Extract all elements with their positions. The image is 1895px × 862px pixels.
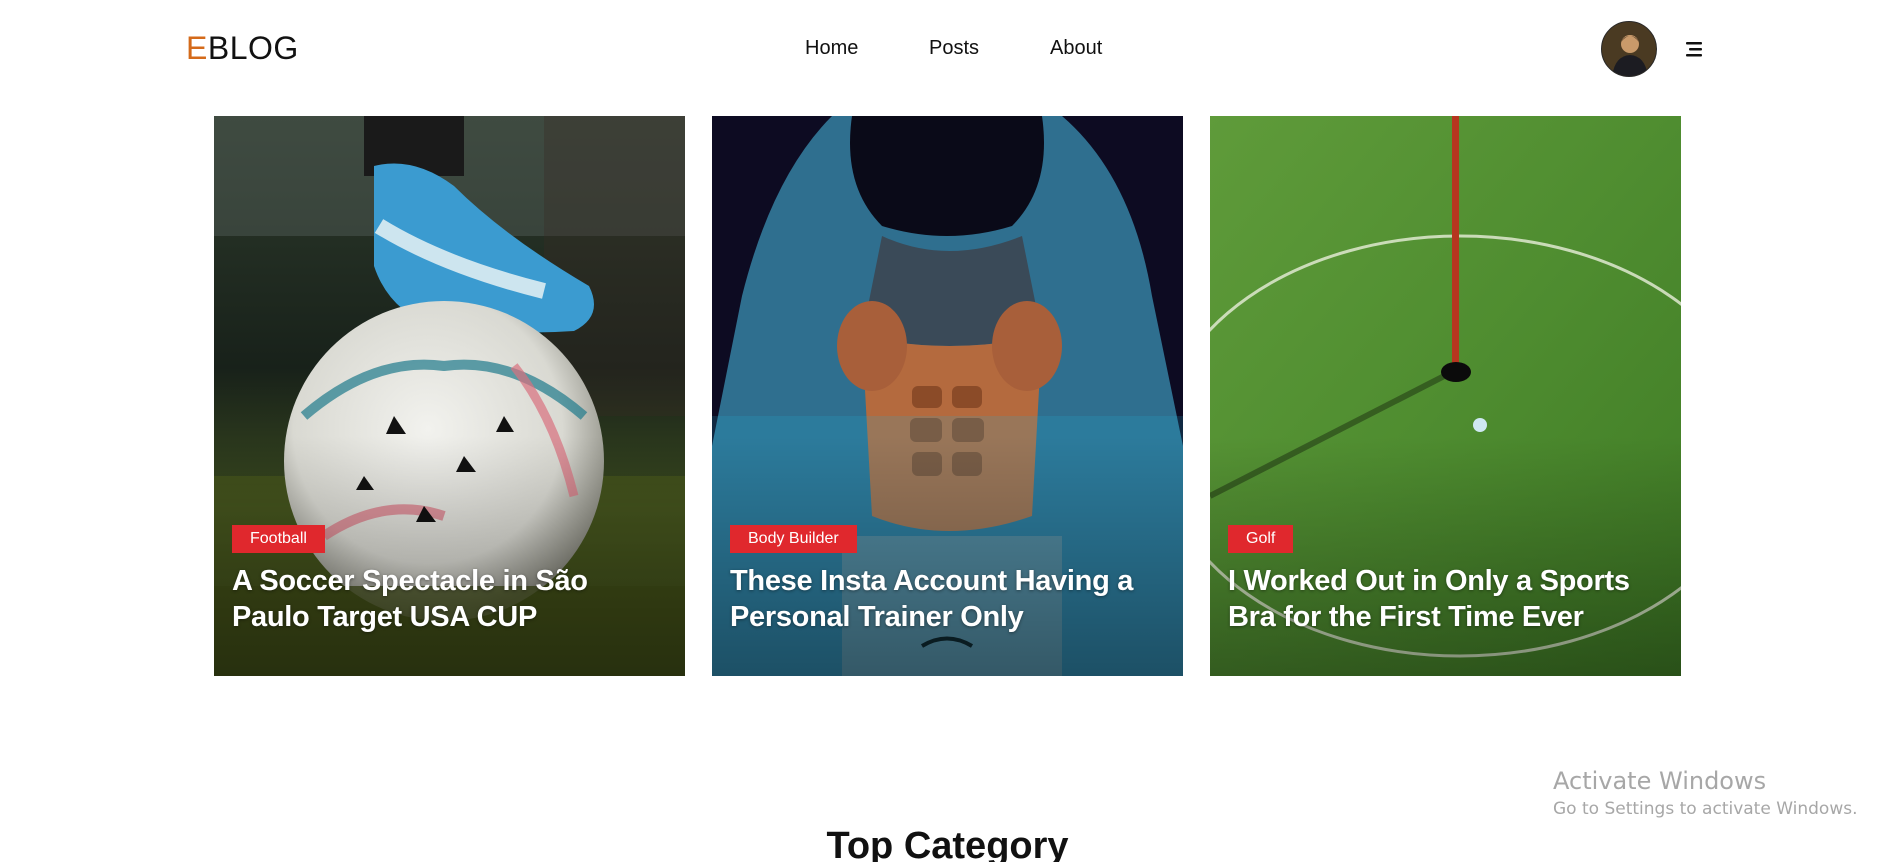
windows-activation-watermark: Activate Windows Go to Settings to activ… bbox=[1553, 766, 1858, 822]
post-title[interactable]: These Insta Account Having a Personal Tr… bbox=[730, 563, 1170, 635]
site-logo[interactable]: EBLOG bbox=[186, 28, 299, 68]
hamburger-menu-icon[interactable] bbox=[1680, 36, 1708, 62]
post-title[interactable]: A Soccer Spectacle in São Paulo Target U… bbox=[232, 563, 672, 635]
watermark-title: Activate Windows bbox=[1553, 767, 1767, 795]
post-card-body-builder[interactable]: Body Builder These Insta Account Having … bbox=[712, 116, 1183, 676]
nav-posts-link[interactable]: Posts bbox=[929, 36, 979, 60]
user-avatar[interactable] bbox=[1601, 21, 1657, 77]
logo-text: BLOG bbox=[207, 30, 299, 66]
post-title[interactable]: I Worked Out in Only a Sports Bra for th… bbox=[1228, 563, 1668, 635]
page: EBLOG Home Posts About Football A Soccer… bbox=[0, 0, 1895, 862]
category-badge[interactable]: Body Builder bbox=[730, 525, 857, 553]
nav-about-link[interactable]: About bbox=[1050, 36, 1102, 60]
logo-accent: E bbox=[186, 30, 208, 66]
section-title-top-category: Top Category bbox=[826, 825, 1069, 862]
watermark-subtitle: Go to Settings to activate Windows. bbox=[1553, 799, 1858, 819]
category-badge[interactable]: Golf bbox=[1228, 525, 1294, 553]
post-card-golf[interactable]: Golf I Worked Out in Only a Sports Bra f… bbox=[1210, 116, 1681, 676]
post-card-football[interactable]: Football A Soccer Spectacle in São Paulo… bbox=[214, 116, 685, 676]
category-badge[interactable]: Football bbox=[232, 525, 325, 553]
avatar-icon bbox=[1602, 22, 1656, 76]
nav-home-link[interactable]: Home bbox=[805, 36, 858, 60]
